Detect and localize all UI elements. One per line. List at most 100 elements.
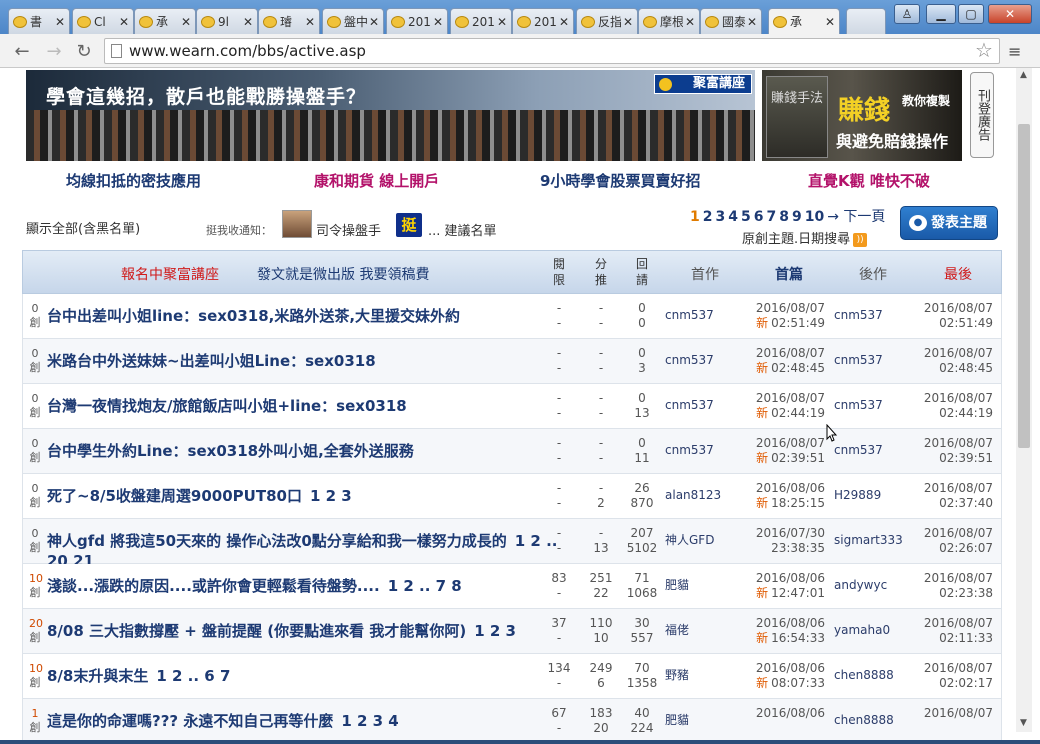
topic-page-links[interactable]: 1 2 3 4	[341, 712, 398, 730]
author-link[interactable]: cnm537	[665, 398, 714, 413]
last-post-date[interactable]: 2016/08/07 02:02:17	[903, 661, 993, 691]
topic-page-links[interactable]: 1 2 .. 7 8	[388, 577, 462, 595]
star-icon[interactable]: ☆	[975, 38, 993, 62]
topic-page-links[interactable]: 1 2 3	[310, 487, 352, 505]
author-link[interactable]: alan8123	[665, 488, 721, 503]
topic-title-link[interactable]: 台中出差叫小姐line：sex0318,米路外送茶,大里援交妹外約	[47, 306, 567, 326]
tab-12[interactable]: 承 ✕	[768, 8, 840, 34]
tab-close-icon[interactable]: ✕	[433, 15, 443, 29]
post-ad-button[interactable]: 刊登廣告	[970, 72, 994, 158]
scroll-down-icon[interactable]: ▼	[1020, 718, 1027, 728]
next-page-link[interactable]: → 下一頁	[827, 209, 885, 225]
header-ad-link-1[interactable]: 報名中聚富講座	[121, 264, 219, 284]
last-post-date[interactable]: 2016/08/07 02:37:40	[903, 481, 993, 511]
tab-0[interactable]: 書 ✕	[8, 8, 70, 34]
author-link[interactable]: cnm537	[665, 353, 714, 368]
tab-9[interactable]: 反指 ✕	[576, 8, 638, 34]
topic-title-link[interactable]: 淺談...漲跌的原因....或許你會更輕鬆看待盤勢.... 1 2 .. 7 8	[47, 576, 567, 596]
maximize-button[interactable]: ▢	[958, 4, 984, 24]
last-author-link[interactable]: yamaha0	[834, 623, 890, 638]
last-author-link[interactable]: chen8888	[834, 668, 894, 683]
page-link-3[interactable]: 3	[716, 209, 726, 225]
reload-icon[interactable]: ↻	[74, 41, 94, 62]
user-icon[interactable]: ♙	[894, 4, 920, 24]
last-post-date[interactable]: 2016/08/07 02:23:38	[903, 571, 993, 601]
post-topic-button[interactable]: ● 發表主題	[900, 206, 998, 240]
topic-title-link[interactable]: 台中學生外約Line：sex0318外叫小姐,全套外送服務	[47, 441, 567, 461]
last-post-date[interactable]: 2016/08/07	[903, 706, 993, 721]
book-banner[interactable]: 賺錢手法 賺錢 教你複製 與避免賠錢操作	[762, 70, 962, 161]
show-all-toggle[interactable]: 顯示全部(含黑名單)	[26, 218, 140, 237]
last-post-date[interactable]: 2016/08/07 02:11:33	[903, 616, 993, 646]
suggest-list-link[interactable]: ... 建議名單	[428, 220, 497, 239]
tab-close-icon[interactable]: ✕	[369, 15, 379, 29]
page-link-7[interactable]: 7	[767, 209, 777, 225]
col-last-header[interactable]: 最後	[944, 264, 972, 284]
tab-5[interactable]: 盤中 ✕	[322, 8, 384, 34]
topic-page-links[interactable]: 1 2 3	[474, 622, 516, 640]
topic-title-link[interactable]: 死了~8/5收盤建周選9000PUT80口 1 2 3	[47, 486, 567, 506]
tab-11[interactable]: 國泰 ✕	[700, 8, 762, 34]
tab-close-icon[interactable]: ✕	[243, 15, 253, 29]
last-post-date[interactable]: 2016/08/07 02:39:51	[903, 436, 993, 466]
rss-icon[interactable]: ))	[853, 232, 868, 247]
promo-link-3[interactable]: 9小時學會股票買賣好招	[540, 170, 700, 191]
page-link-6[interactable]: 6	[754, 209, 764, 225]
last-author-link[interactable]: H29889	[834, 488, 881, 503]
last-author-link[interactable]: cnm537	[834, 443, 883, 458]
topic-title-link[interactable]: 這是你的命運嗎??? 永遠不知自己再等什麼 1 2 3 4	[47, 711, 567, 731]
topic-title-link[interactable]: 米路台中外送妹妹~出差叫小姐Line：sex0318	[47, 351, 567, 371]
last-author-link[interactable]: sigmart333	[834, 533, 903, 548]
tab-close-icon[interactable]: ✕	[119, 15, 129, 29]
topic-title-link[interactable]: 台灣一夜情找炮友/旅館飯店叫小姐+line：sex0318	[47, 396, 567, 416]
promo-link-1[interactable]: 均線扣抵的密技應用	[66, 170, 201, 191]
tab-6[interactable]: 2016✕	[386, 8, 448, 34]
page-link-9[interactable]: 9	[792, 209, 802, 225]
notify-user-link[interactable]: 司令操盤手	[316, 220, 381, 239]
author-link[interactable]: cnm537	[665, 308, 714, 323]
forward-arrow-icon[interactable]: →	[44, 41, 64, 62]
course-banner[interactable]: 學會這幾招，散戶也能戰勝操盤手？ 聚富講座	[26, 70, 755, 161]
author-link[interactable]: 野豬	[665, 668, 689, 683]
tab-close-icon[interactable]: ✕	[825, 15, 835, 29]
avatar[interactable]	[282, 210, 312, 238]
author-link[interactable]: 肥貓	[665, 713, 689, 728]
vertical-scrollbar[interactable]: ▲ ▼	[1016, 68, 1032, 732]
tab-close-icon[interactable]: ✕	[181, 15, 191, 29]
tab-close-icon[interactable]: ✕	[747, 15, 757, 29]
tab-4[interactable]: 璿 ✕	[258, 8, 320, 34]
topic-title-link[interactable]: 8/8末升與末生 1 2 .. 6 7	[47, 666, 567, 686]
last-author-link[interactable]: andywyc	[834, 578, 887, 593]
page-link-2[interactable]: 2	[703, 209, 713, 225]
last-post-date[interactable]: 2016/08/07 02:51:49	[903, 301, 993, 331]
page-link-5[interactable]: 5	[741, 209, 751, 225]
ting-icon[interactable]: 挺	[396, 213, 422, 237]
page-link-1[interactable]: 1	[690, 209, 700, 225]
tab-8[interactable]: 2016✕	[512, 8, 574, 34]
tab-7[interactable]: 2016✕	[450, 8, 512, 34]
topic-title-link[interactable]: 8/08 三大指數撐壓 + 盤前提醒 (你要點進來看 我才能幫你阿) 1 2 3	[47, 621, 567, 641]
tab-close-icon[interactable]: ✕	[497, 15, 507, 29]
author-link[interactable]: 神人GFD	[665, 533, 714, 548]
last-author-link[interactable]: cnm537	[834, 308, 883, 323]
minimize-button[interactable]: ▁	[926, 4, 956, 24]
author-link[interactable]: 肥貓	[665, 578, 689, 593]
author-link[interactable]: 福佬	[665, 623, 689, 638]
close-window-button[interactable]: ✕	[988, 4, 1032, 24]
scroll-thumb[interactable]	[1018, 124, 1030, 448]
col-first-header[interactable]: 首篇	[775, 264, 803, 284]
tab-10[interactable]: 摩根 ✕	[638, 8, 700, 34]
author-link[interactable]: cnm537	[665, 443, 714, 458]
topic-page-links[interactable]: 1 2 .. 6 7	[156, 667, 230, 685]
page-link-10[interactable]: 10	[805, 209, 824, 225]
page-link-4[interactable]: 4	[728, 209, 738, 225]
tab-2[interactable]: 承 ✕	[134, 8, 196, 34]
promo-link-2[interactable]: 康和期貨 線上開戶	[314, 170, 439, 191]
last-author-link[interactable]: cnm537	[834, 353, 883, 368]
tab-close-icon[interactable]: ✕	[305, 15, 315, 29]
tab-3[interactable]: 9l ✕	[196, 8, 258, 34]
tab-close-icon[interactable]: ✕	[623, 15, 633, 29]
last-post-date[interactable]: 2016/08/07 02:26:07	[903, 526, 993, 556]
promo-link-4[interactable]: 直覺K觀 唯快不破	[808, 170, 930, 191]
last-post-date[interactable]: 2016/08/07 02:48:45	[903, 346, 993, 376]
